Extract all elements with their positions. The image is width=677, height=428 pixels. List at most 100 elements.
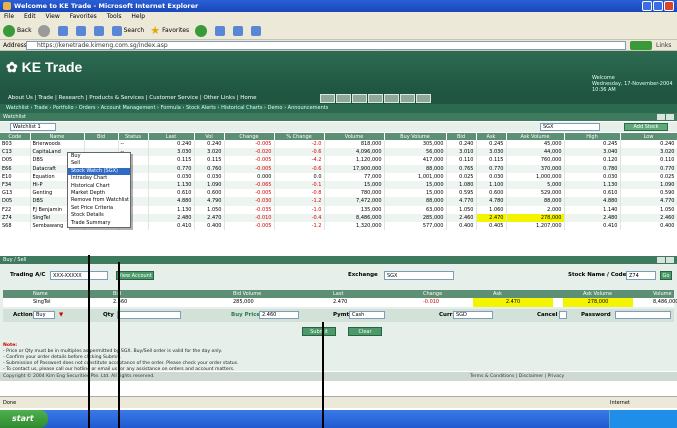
table-cell: 1,120,000 (324, 156, 385, 165)
col-bid-flag[interactable]: Bid (84, 133, 119, 140)
menu-help[interactable]: Help (131, 13, 145, 20)
trading-ac-select[interactable]: XXX-XXXXX (50, 271, 108, 280)
col-high[interactable]: High (564, 133, 621, 140)
trade-notes: Note: - Price or Qty must be in multiple… (3, 343, 674, 373)
table-cell: 0.115 (194, 156, 225, 165)
table-cell: 0.110 (620, 156, 677, 165)
history-button[interactable] (215, 25, 227, 36)
print-button[interactable] (251, 25, 263, 36)
menu-edit[interactable]: Edit (24, 13, 36, 20)
cancel-checkbox[interactable] (559, 311, 567, 319)
minimize-section-button[interactable] (657, 114, 665, 120)
menu-file[interactable]: File (4, 13, 14, 20)
table-cell: -1.2 (274, 221, 325, 231)
col-volume[interactable]: Volume (324, 133, 385, 140)
table-cell: 0.610 (148, 189, 195, 198)
table-cell: 0.400 (446, 221, 477, 231)
table-cell: 3.030 (148, 148, 195, 157)
watchlist-select[interactable]: Watchlist 1 (10, 123, 56, 131)
menu-view[interactable]: View (46, 13, 60, 20)
col-name[interactable]: Name (30, 133, 85, 140)
ke-trade-logo[interactable]: ✿ KE Trade (6, 59, 82, 76)
col-ask[interactable]: Ask (476, 133, 507, 140)
close-section-button[interactable] (666, 114, 674, 120)
start-button[interactable]: start (0, 410, 48, 428)
exchange-select[interactable]: SGX (384, 271, 454, 280)
col-ask-volume[interactable]: Ask Volume (506, 133, 565, 140)
quote-col-header: Change (423, 291, 443, 297)
exchange-filter-select[interactable]: SGX (540, 123, 600, 131)
watchlist-selector-row: Watchlist 1 SGX Add Stock (0, 122, 677, 132)
context-menu-item[interactable]: Trade Summary (68, 220, 130, 227)
table-cell: 3.020 (194, 148, 225, 157)
table-cell: -0.005 (224, 164, 275, 173)
table-cell: 3.010 (446, 148, 477, 157)
context-menu-item[interactable]: Market Depth (68, 190, 130, 197)
mail-button[interactable] (233, 25, 245, 36)
col-status[interactable]: Status (118, 133, 149, 140)
col-last[interactable]: Last (148, 133, 195, 140)
submit-button[interactable]: Submit (302, 327, 336, 336)
context-menu-item[interactable]: Set Price Criteria (68, 205, 130, 212)
favorites-button[interactable]: ★ Favorites (150, 24, 189, 37)
col-vol[interactable]: Vol (194, 133, 225, 140)
col-change[interactable]: Change (224, 133, 275, 140)
minimize-trade-button[interactable] (657, 257, 665, 263)
stock-go-button[interactable]: Go (660, 271, 672, 280)
col-low[interactable]: Low (620, 133, 677, 140)
table-cell: 8,486,000 (324, 213, 385, 222)
home-button[interactable] (93, 25, 106, 36)
view-account-button[interactable]: View Account (116, 271, 154, 280)
table-cell (84, 140, 119, 149)
links-label[interactable]: Links (656, 40, 671, 51)
table-cell: 45,000 (506, 140, 565, 149)
context-menu-item[interactable]: Historical Chart (68, 183, 130, 190)
address-input[interactable]: https://kenetrade.kimeng.com.sg/index.as… (26, 41, 626, 50)
action-select[interactable]: Buy (33, 311, 55, 319)
col-code[interactable]: Code (0, 133, 31, 140)
table-cell: 0.115 (476, 156, 507, 165)
col-bid[interactable]: Bid (446, 133, 477, 140)
context-menu-item[interactable]: Stock Watch (SGX) (68, 167, 130, 176)
go-button[interactable] (630, 41, 652, 50)
context-menu-item[interactable]: Buy (68, 153, 130, 160)
close-button[interactable] (664, 1, 674, 11)
pymt-select[interactable]: Cash (349, 311, 385, 319)
add-stock-button[interactable]: Add Stock (624, 123, 668, 131)
close-trade-button[interactable] (666, 257, 674, 263)
col-pct-change[interactable]: % Change (274, 133, 325, 140)
context-menu-item[interactable]: Sell (68, 160, 130, 167)
password-input[interactable] (615, 311, 671, 319)
stock-code-input[interactable]: Z74 (626, 271, 656, 280)
qty-input[interactable] (117, 311, 181, 319)
table-cell: -0.005 (224, 221, 275, 231)
media-button[interactable] (195, 24, 209, 37)
clear-button[interactable]: Clear (348, 327, 382, 336)
table-cell: 0.610 (564, 189, 621, 198)
table-cell: 0.400 (194, 221, 225, 231)
minimize-button[interactable] (642, 1, 652, 11)
table-cell: D05 (0, 197, 31, 206)
menu-bar: File Edit View Favorites Tools Help (0, 12, 677, 22)
maximize-button[interactable] (653, 1, 663, 11)
buy-price-input[interactable]: 2.460 (259, 311, 299, 319)
table-cell: 2,000 (506, 205, 565, 214)
back-button[interactable]: Back (3, 24, 32, 37)
col-buy-volume[interactable]: Buy Volume (384, 133, 447, 140)
curr-select[interactable]: SGD (453, 311, 493, 319)
context-menu-item[interactable]: Stock Details (68, 212, 130, 219)
context-menu-item[interactable]: Intraday Chart (68, 175, 130, 182)
stop-button[interactable] (57, 25, 70, 36)
menu-favorites[interactable]: Favorites (70, 13, 97, 20)
sub-nav[interactable]: Watchlist › Trade › Portfolio › Orders ›… (0, 104, 677, 113)
forward-button[interactable] (37, 24, 52, 37)
menu-tools[interactable]: Tools (107, 13, 122, 20)
main-nav-links[interactable]: About Us | Trade | Research | Products &… (8, 95, 257, 101)
refresh-button[interactable] (75, 25, 88, 36)
search-button[interactable]: Search (111, 25, 144, 36)
context-menu-item[interactable]: Remove from Watchlist (68, 197, 130, 204)
table-cell: 278,000 (506, 213, 565, 222)
footer-links[interactable]: Terms & Conditions | Disclaimer | Privac… (470, 372, 564, 381)
table-row[interactable]: B03 Brierwoods -- 0.240 0.240 -0.005 -2.0 818,0… (0, 140, 677, 149)
page-footer: Copyright © 2004 Kim Eng Securities Pte.… (0, 372, 677, 381)
